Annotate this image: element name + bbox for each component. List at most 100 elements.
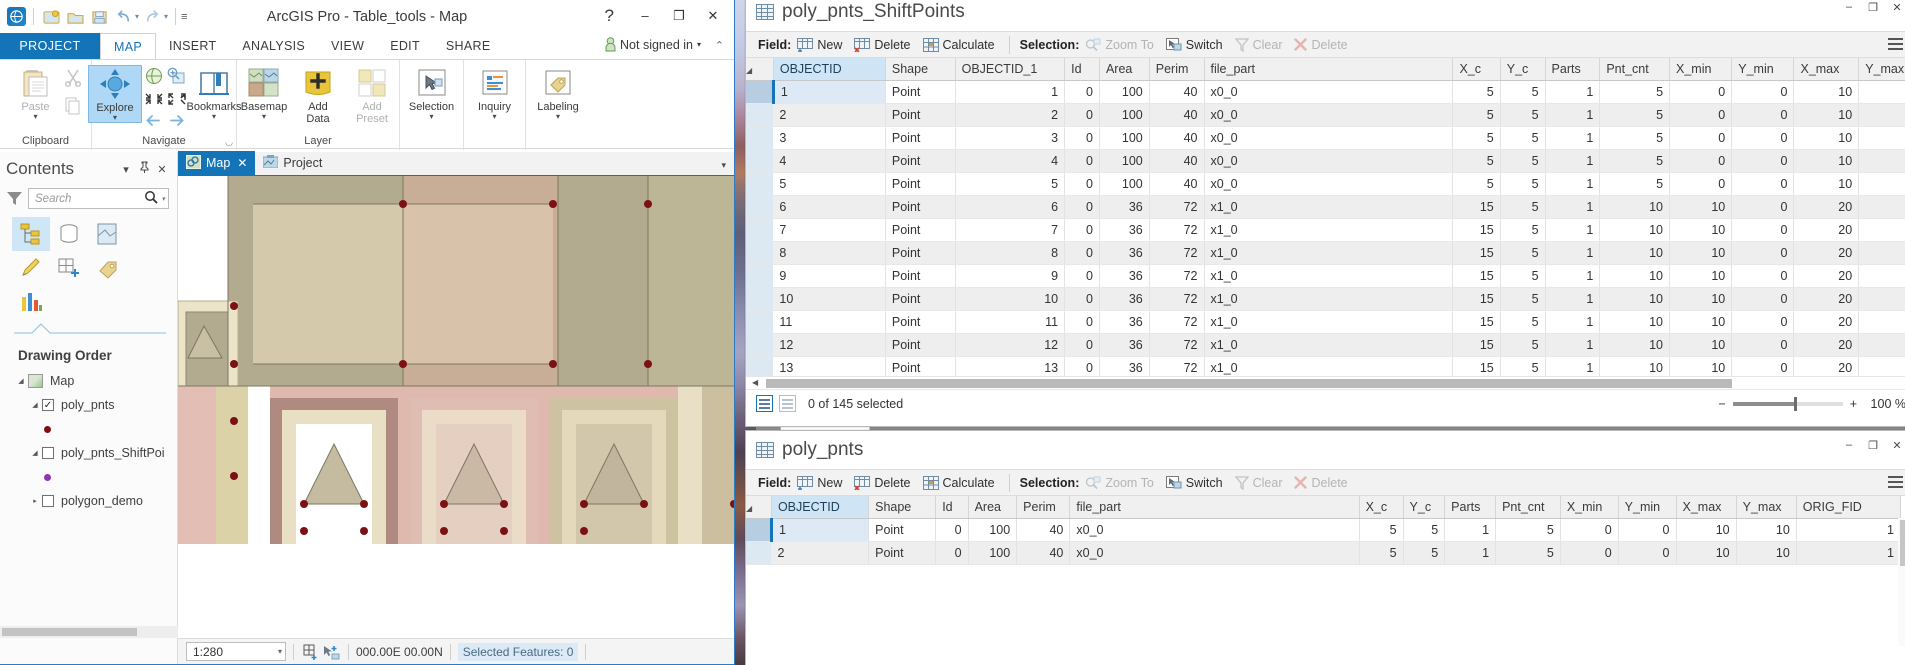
table-cell[interactable]: 10	[1858, 149, 1905, 173]
bookmarks-caret-icon[interactable]: ▾	[212, 113, 216, 121]
collapse-ribbon-icon[interactable]: ⌃	[715, 39, 724, 52]
copy-button[interactable]	[63, 96, 83, 120]
switch-selection-button-1[interactable]: Switch	[1165, 37, 1223, 52]
table-cell[interactable]: 40	[1149, 126, 1205, 150]
table-cell[interactable]: 0	[1064, 126, 1100, 150]
row-selector-cell[interactable]	[746, 80, 774, 104]
table-cell[interactable]: 10	[1858, 241, 1905, 265]
table-cell[interactable]: x0_0	[1204, 80, 1454, 104]
table-cell[interactable]: 12	[955, 333, 1066, 357]
table-cell[interactable]: 1	[1444, 541, 1497, 565]
table-cell[interactable]: 5	[1500, 172, 1546, 196]
contents-scroll-thumb[interactable]	[2, 628, 137, 636]
polypnts-maximize-button[interactable]: ❐	[1862, 436, 1884, 454]
table-cell[interactable]: 1	[1796, 518, 1902, 542]
poly-pnts-expander-icon[interactable]: ◢	[28, 401, 42, 409]
table-cell[interactable]: 1	[1545, 172, 1601, 196]
table-row[interactable]: 10Point1003672x1_01551101002010	[746, 287, 1905, 311]
table-cell[interactable]: 1	[1545, 310, 1601, 334]
col-pntcnt-1[interactable]: Pnt_cnt	[1599, 58, 1671, 81]
table-cell[interactable]: 36	[1099, 218, 1150, 242]
table-cell[interactable]: 5	[1599, 126, 1671, 150]
row-selector-cell[interactable]	[746, 264, 774, 288]
tab-analysis[interactable]: ANALYSIS	[229, 33, 318, 59]
table-cell[interactable]: 20	[1793, 218, 1860, 242]
table-cell[interactable]: 10	[1599, 310, 1671, 334]
table-cell[interactable]: 10	[1676, 518, 1737, 542]
table-cell[interactable]: 0	[935, 541, 969, 565]
view-tabs-overflow-icon[interactable]: ▾	[721, 160, 726, 171]
table-cell[interactable]: 10	[1793, 149, 1860, 173]
table-row[interactable]: 11Point1103672x1_01551101002010	[746, 310, 1905, 334]
table-cell[interactable]: 100	[1099, 172, 1150, 196]
col-xc-2[interactable]: X_c	[1359, 496, 1404, 519]
table-cell[interactable]: 0	[1064, 264, 1100, 288]
redo-caret-icon[interactable]: ▾	[164, 12, 168, 21]
table-cell[interactable]: 10	[955, 287, 1066, 311]
basemap-button[interactable]: Basemap ▾	[237, 65, 291, 121]
table-cell[interactable]: Point	[885, 126, 956, 150]
table-cell[interactable]: 5	[1452, 172, 1501, 196]
table-cell[interactable]: 0	[1064, 195, 1100, 219]
save-as-icon[interactable]	[89, 7, 110, 27]
row-selector-cell[interactable]	[746, 195, 774, 219]
field-calculate-button-1[interactable]: Calculate	[922, 37, 995, 52]
table-cell[interactable]: x1_0	[1204, 310, 1454, 334]
table-cell[interactable]: 0	[1731, 218, 1795, 242]
selection-button[interactable]: Selection ▾	[405, 65, 459, 121]
table-cell[interactable]: 10	[1599, 356, 1671, 376]
col-objectid-2[interactable]: OBJECTID	[771, 496, 870, 519]
clear-selection-button-2[interactable]: Clear	[1234, 476, 1282, 490]
table-cell[interactable]: 0	[1731, 195, 1795, 219]
switch-selection-button-2[interactable]: Switch	[1165, 475, 1223, 490]
shiftpoints-expander-icon[interactable]: ◢	[28, 449, 42, 457]
table-cell[interactable]: 0	[1731, 287, 1795, 311]
scroll-left-arrow-icon-1[interactable]: ◀	[752, 378, 758, 387]
table-cell[interactable]: 0	[1731, 241, 1795, 265]
col-id-2[interactable]: Id	[935, 496, 969, 519]
table-cell[interactable]: 10	[1793, 172, 1860, 196]
table-cell[interactable]: 1	[1545, 149, 1601, 173]
table-cell[interactable]: x1_0	[1204, 356, 1454, 376]
zoom-to-button-2[interactable]: Zoom To	[1085, 476, 1154, 490]
col-origfid-2[interactable]: ORIG_FID	[1796, 496, 1902, 519]
table-cell[interactable]: 0	[1669, 103, 1733, 127]
add-grid-icon[interactable]	[301, 643, 321, 661]
table-cell[interactable]: 15	[1452, 356, 1501, 376]
table-cell[interactable]: 72	[1149, 195, 1205, 219]
view-tab-map-close-icon[interactable]: ✕	[237, 156, 247, 170]
table-cell[interactable]: 5	[1500, 80, 1546, 104]
table-cell[interactable]: 10	[1669, 287, 1733, 311]
tab-edit[interactable]: EDIT	[377, 33, 433, 59]
table-cell[interactable]: 0	[1669, 80, 1733, 104]
help-button[interactable]: ?	[605, 6, 614, 26]
col-parts-2[interactable]: Parts	[1444, 496, 1497, 519]
table-cell[interactable]: 10	[1599, 333, 1671, 357]
table-cell[interactable]: 36	[1099, 333, 1150, 357]
table-cell[interactable]: 0	[1669, 126, 1733, 150]
table-cell[interactable]: Point	[885, 172, 956, 196]
col-xmax-1[interactable]: X_max	[1793, 58, 1860, 81]
table-cell[interactable]: 8	[955, 241, 1066, 265]
table-cell[interactable]: 10	[1858, 80, 1905, 104]
search-caret-icon[interactable]: ▾	[161, 195, 165, 203]
table-cell[interactable]: 10	[1793, 126, 1860, 150]
table-cell[interactable]: 72	[1149, 310, 1205, 334]
polypnts-window-controls[interactable]: – ❐ ✕	[1838, 436, 1905, 454]
select-all-corner-1[interactable]: ◢	[746, 58, 774, 81]
table-cell[interactable]: 36	[1099, 241, 1150, 265]
table-row[interactable]: 12Point1203672x1_01551101002010	[746, 333, 1905, 357]
cut-button[interactable]	[63, 68, 83, 92]
maximize-button[interactable]: ❐	[662, 2, 696, 29]
table-cell[interactable]: 36	[1099, 264, 1150, 288]
tab-project[interactable]: PROJECT	[0, 33, 100, 59]
list-by-data-source-icon[interactable]	[50, 217, 88, 251]
table-cell[interactable]: 5	[1359, 541, 1404, 565]
table-cell[interactable]: Point	[885, 333, 956, 357]
col-filepart-1[interactable]: file_part	[1204, 58, 1454, 81]
table-cell[interactable]: 5	[1452, 103, 1501, 127]
table-cell[interactable]: 0	[1731, 80, 1795, 104]
table-cell[interactable]: 0	[1731, 310, 1795, 334]
table-cell[interactable]: 1	[1545, 333, 1601, 357]
field-delete-button-2[interactable]: Delete	[854, 475, 911, 490]
